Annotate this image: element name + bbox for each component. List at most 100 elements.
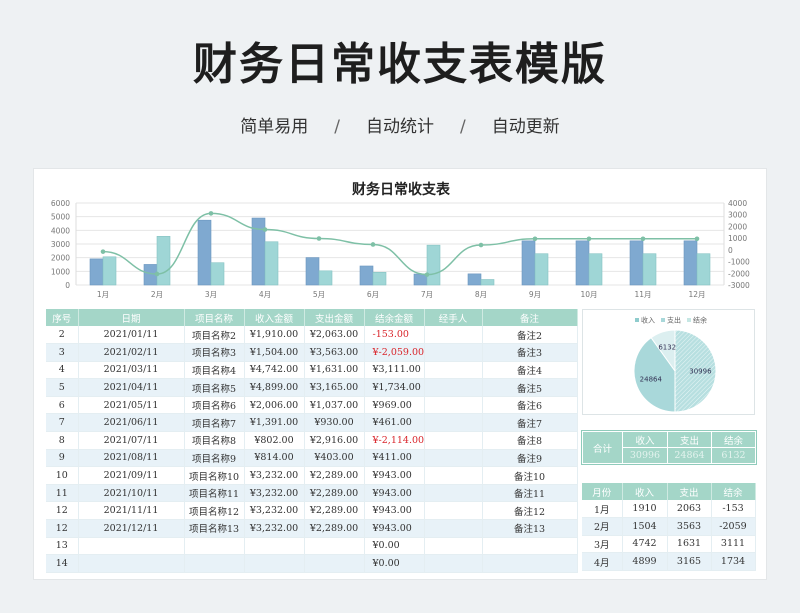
expense-bar bbox=[480, 279, 495, 286]
pie-chart: 收入 支出 结余 30996 24864 6132 bbox=[633, 316, 717, 413]
expense-bar bbox=[264, 241, 279, 286]
cell-handler bbox=[424, 519, 483, 538]
cell-name: 项目名称5 bbox=[184, 378, 245, 397]
cell-expense: ¥3,563.00 bbox=[304, 343, 365, 362]
cell-handler bbox=[424, 484, 483, 503]
cell-expense: ¥2,289.00 bbox=[304, 484, 365, 503]
table-row: 2 2021/01/11 项目名称2 ¥1,910.00 ¥2,063.00 -153.0… bbox=[46, 326, 578, 345]
cell-no: 9 bbox=[46, 449, 79, 468]
cell-expense: ¥2,063.00 bbox=[304, 326, 365, 345]
legend-swatch bbox=[661, 318, 665, 322]
cell-date: 2021/09/11 bbox=[78, 466, 185, 485]
cell-no: 11 bbox=[46, 484, 79, 503]
cell-income: ¥3,232.00 bbox=[244, 484, 305, 503]
table-row: 11 2021/10/11 项目名称11 ¥3,232.00 ¥2,289.00 ¥943… bbox=[46, 484, 578, 503]
cell-note: 备注13 bbox=[482, 519, 578, 538]
monthly-row: 1月 1910 2063 -153 bbox=[582, 500, 756, 519]
x-tick: 2月 bbox=[151, 290, 163, 299]
spreadsheet: 财务日常收支表 0 1000 2000 3000 4000 5000 6000 -3000 -2… bbox=[33, 168, 767, 580]
cell-balance: ¥943.00 bbox=[364, 519, 425, 538]
cell-note: 备注8 bbox=[482, 431, 578, 450]
y-right-tick: 4000 bbox=[728, 199, 747, 208]
cell-expense: ¥2,289.00 bbox=[304, 466, 365, 485]
x-tick: 6月 bbox=[367, 290, 379, 299]
x-tick: 3月 bbox=[205, 290, 217, 299]
monthly-cell: 1504 bbox=[622, 517, 668, 536]
cell-date: 2021/11/11 bbox=[78, 501, 185, 521]
monthly-cell: 3月 bbox=[582, 535, 623, 554]
legend-swatch bbox=[687, 318, 691, 322]
cell-note: 备注12 bbox=[482, 501, 578, 521]
balance-point bbox=[316, 236, 322, 241]
cell-note bbox=[482, 554, 578, 573]
tag-separator: / bbox=[334, 117, 340, 137]
expense-bar bbox=[318, 270, 333, 286]
cell-expense: ¥2,289.00 bbox=[304, 501, 365, 521]
x-tick: 5月 bbox=[313, 290, 325, 299]
legend-swatch bbox=[635, 318, 639, 322]
expense-bar bbox=[210, 262, 225, 286]
table-row: 6 2021/05/11 项目名称6 ¥2,006.00 ¥1,037.00 ¥969.0… bbox=[46, 396, 578, 415]
monthly-cell: 4月 bbox=[582, 552, 623, 571]
summary-expense: 24864 bbox=[667, 447, 712, 464]
cell-handler bbox=[424, 501, 483, 521]
cell-handler bbox=[424, 413, 483, 433]
expense-bar bbox=[696, 253, 711, 286]
income-bar bbox=[521, 240, 536, 286]
cell-no: 12 bbox=[46, 501, 79, 521]
monthly-cell: 3563 bbox=[667, 517, 712, 536]
expense-bar bbox=[426, 244, 441, 286]
balance-point bbox=[640, 236, 646, 242]
cell-income: ¥1,391.00 bbox=[244, 413, 305, 433]
income-bar bbox=[89, 258, 104, 286]
y-right-tick: 2000 bbox=[728, 222, 747, 231]
cell-name bbox=[184, 554, 245, 573]
summary-header-balance: 结余 bbox=[711, 431, 756, 448]
table-row: 12 2021/12/11 项目名称13 ¥3,232.00 ¥2,289.00 ¥943… bbox=[46, 519, 578, 538]
cell-name bbox=[184, 537, 245, 556]
y-left-tick: 0 bbox=[65, 281, 70, 290]
legend-label: 收入 bbox=[641, 316, 655, 325]
cell-handler bbox=[424, 361, 483, 380]
monthly-cell: -153 bbox=[711, 500, 756, 519]
summary-label: 合计 bbox=[582, 431, 623, 464]
monthly-table: 月份 收入 支出 结余 1月 1910 2063 -153 2月 1504 3563 -2059 3月… bbox=[582, 483, 756, 571]
expense-bar bbox=[588, 253, 603, 286]
cell-expense: ¥930.00 bbox=[304, 413, 365, 433]
table-row: 3 2021/02/11 项目名称3 ¥1,504.00 ¥3,563.00 ¥-2,05… bbox=[46, 343, 578, 362]
y-left-tick: 1000 bbox=[51, 267, 70, 276]
monthly-header: 结余 bbox=[711, 483, 756, 500]
cell-note: 备注5 bbox=[482, 378, 578, 397]
legend-label: 支出 bbox=[667, 316, 681, 325]
income-bar bbox=[629, 240, 644, 286]
monthly-cell: 3111 bbox=[711, 535, 756, 554]
x-tick: 11月 bbox=[634, 290, 651, 299]
cell-note: 备注9 bbox=[482, 449, 578, 468]
monthly-cell: 2月 bbox=[582, 517, 623, 536]
x-tick: 4月 bbox=[259, 290, 271, 299]
cell-balance: ¥943.00 bbox=[364, 466, 425, 485]
cell-expense bbox=[304, 554, 365, 573]
tag-auto-update: 自动更新 bbox=[491, 117, 560, 137]
cell-note: 备注2 bbox=[482, 326, 578, 345]
balance-point bbox=[424, 272, 430, 277]
summary-balance: 6132 bbox=[711, 447, 756, 464]
cell-date: 2021/03/11 bbox=[78, 361, 185, 380]
monthly-cell: 1月 bbox=[582, 500, 623, 519]
y-right-tick: 3000 bbox=[728, 211, 747, 220]
monthly-cell: 1734 bbox=[711, 552, 756, 571]
combo-chart: 0 1000 2000 3000 4000 5000 6000 -3000 -2000 -1000… bbox=[51, 199, 750, 299]
pie-label: 24864 bbox=[640, 375, 663, 383]
cell-income: ¥1,504.00 bbox=[244, 343, 305, 362]
cell-no: 5 bbox=[46, 378, 79, 397]
cell-no: 10 bbox=[46, 466, 79, 485]
cell-date: 2021/10/11 bbox=[78, 484, 185, 503]
cell-balance: ¥1,734.00 bbox=[364, 378, 425, 397]
cell-name: 项目名称10 bbox=[184, 466, 245, 485]
cell-balance: -153.00 bbox=[364, 326, 425, 345]
y-left-tick: 5000 bbox=[51, 213, 70, 222]
balance-point bbox=[478, 242, 484, 248]
y-right-tick: -1000 bbox=[728, 258, 750, 267]
column-header: 收入金额 bbox=[244, 309, 305, 326]
tag-easy: 简单易用 bbox=[240, 117, 309, 137]
